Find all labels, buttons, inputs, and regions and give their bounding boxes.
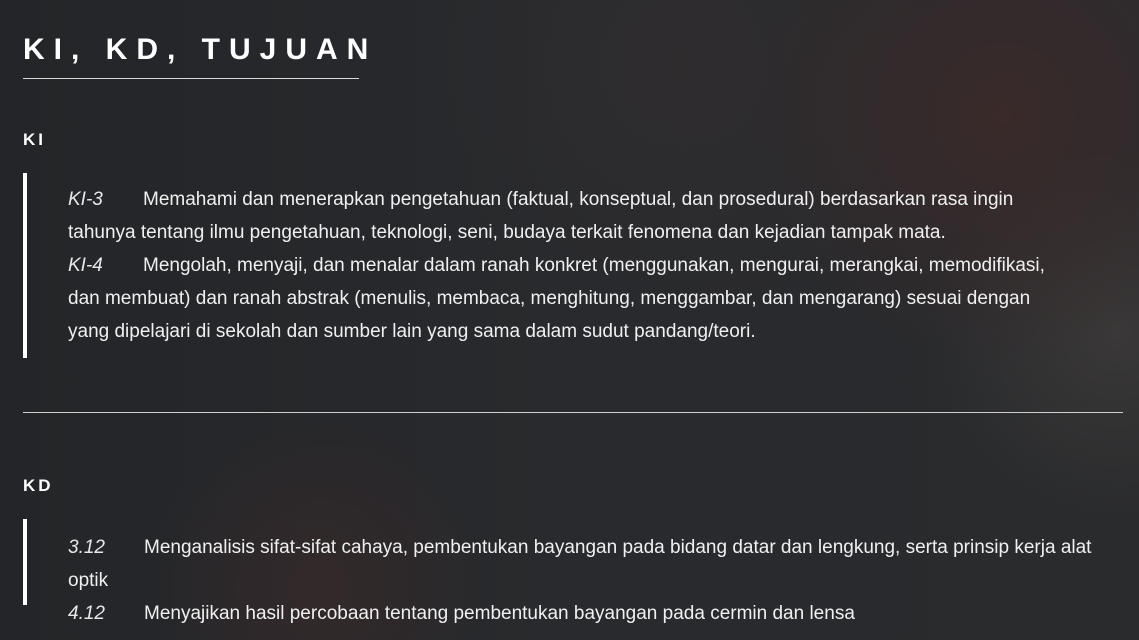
ki-item: KI-3 Memahami dan menerapkan pengetahuan … <box>68 183 1073 249</box>
kd-item-text: Menganalisis sifat-sifat cahaya, pembent… <box>68 537 1092 591</box>
ki-blockquote: KI-3 Memahami dan menerapkan pengetahuan … <box>23 173 1073 358</box>
kd-item-text: Menyajikan hasil percobaan tentang pembe… <box>144 603 855 624</box>
kd-item-code: 4.12 <box>68 603 105 624</box>
ki-item-code: KI-3 <box>68 189 103 210</box>
ki-item-text: Mengolah, menyaji, dan menalar dalam ran… <box>68 255 1045 342</box>
kd-item-code: 3.12 <box>68 537 105 558</box>
page-title: KI, KD, TUJUAN <box>23 33 378 66</box>
kd-item: 3.12 Menganalisis sifat-sifat cahaya, pem… <box>68 531 1093 597</box>
kd-blockquote: 3.12 Menganalisis sifat-sifat cahaya, pem… <box>23 519 1093 624</box>
ki-item: KI-4 Mengolah, menyaji, dan menalar dalam… <box>68 249 1073 348</box>
kd-item: 4.12 Menyajikan hasil percobaan tentang p… <box>68 597 1093 630</box>
ki-item-text: Memahami dan menerapkan pengetahuan (fak… <box>68 189 1014 243</box>
ki-item-code: KI-4 <box>68 255 103 276</box>
section-divider <box>23 412 1123 413</box>
ki-section-label: KI <box>23 130 46 149</box>
page-title-container: KI, KD, TUJUAN <box>23 30 378 79</box>
kd-section-label: KD <box>23 476 54 495</box>
